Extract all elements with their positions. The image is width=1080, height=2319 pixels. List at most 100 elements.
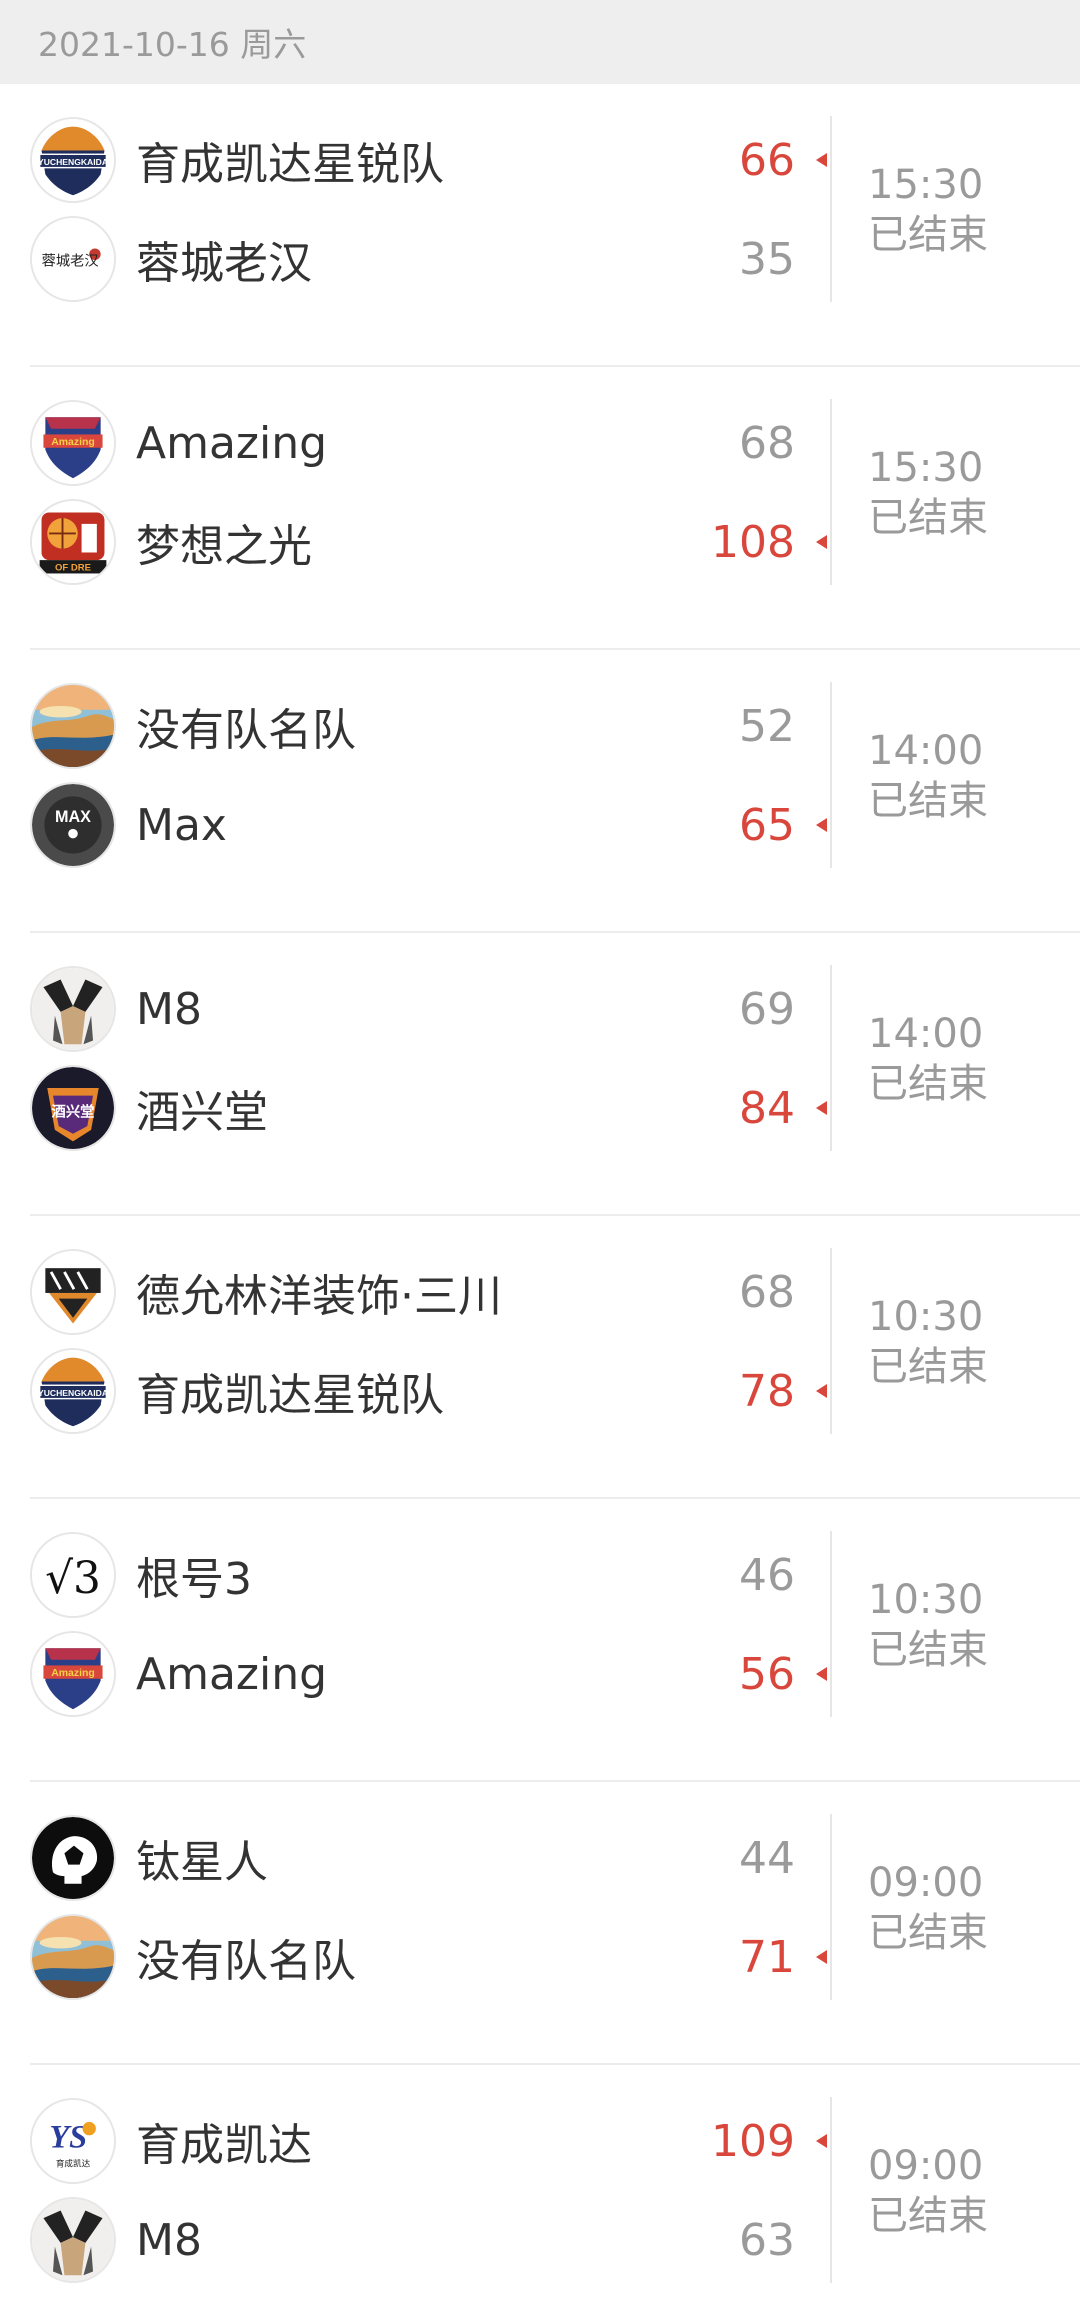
yuchengkaida-shield-logo-icon: YUCHENGKAIDA	[32, 1350, 114, 1432]
svg-text:YS: YS	[49, 2120, 87, 2156]
divider	[830, 399, 832, 585]
home-team-name: 钛星人	[136, 1837, 268, 1888]
svg-text:√3: √3	[45, 1553, 101, 1604]
match-status: 已结束	[868, 495, 988, 541]
match-card[interactable]: M8 69 酒兴堂 酒兴堂 84 14:00 已结束	[30, 933, 1080, 1216]
svg-text:育成凯达: 育成凯达	[56, 2158, 91, 2170]
match-time: 15:30	[868, 162, 984, 208]
m8-logo-icon	[32, 2199, 114, 2281]
team-logo	[30, 1815, 116, 1901]
svg-text:OF DRE: OF DRE	[55, 563, 91, 574]
away-score: 108	[711, 516, 795, 568]
yuchengkaida-shield-logo-icon: YUCHENGKAIDA	[32, 119, 114, 201]
winner-indicator-icon	[816, 1667, 827, 1681]
dream-light-basketball-logo-icon: OF DRE	[32, 501, 114, 583]
svg-text:Amazing: Amazing	[51, 1668, 95, 1679]
yuchengkaida-ys-logo-icon: YS 育成凯达	[32, 2100, 114, 2182]
home-score: 69	[739, 983, 795, 1035]
taixingren-logo-icon	[32, 1817, 114, 1899]
match-time: 14:00	[868, 1011, 984, 1057]
divider	[830, 116, 832, 302]
match-status: 已结束	[868, 778, 988, 824]
match-status-block: 10:30 已结束	[868, 1292, 988, 1392]
match-status: 已结束	[868, 1627, 988, 1673]
amazing-shield-logo-icon: Amazing	[32, 402, 114, 484]
match-card[interactable]: 钛星人 44 没有队名队 71 09:00 已结束	[30, 1782, 1080, 2065]
home-score: 44	[739, 1832, 795, 1884]
landscape-logo-icon	[32, 685, 114, 767]
away-team-name: 酒兴堂	[136, 1087, 268, 1138]
home-score: 68	[739, 417, 795, 469]
away-team-name: 蓉城老汉	[136, 238, 312, 289]
winner-indicator-icon	[816, 1950, 827, 1964]
match-status: 已结束	[868, 1061, 988, 1107]
match-status: 已结束	[868, 2193, 988, 2239]
match-status: 已结束	[868, 212, 988, 258]
home-score: 52	[739, 700, 795, 752]
match-status: 已结束	[868, 1910, 988, 1956]
date-header: 2021-10-16 周六	[0, 0, 1080, 84]
winner-indicator-icon	[816, 1101, 827, 1115]
match-card[interactable]: YS 育成凯达 育成凯达 109 M8 63 09:00 已结束	[30, 2065, 1080, 2319]
match-status-block: 14:00 已结束	[868, 726, 988, 826]
match-status: 已结束	[868, 1344, 988, 1390]
svg-text:MAX: MAX	[55, 808, 91, 826]
svg-text:YUCHENGKAIDA: YUCHENGKAIDA	[38, 157, 108, 167]
team-logo	[30, 683, 116, 769]
landscape-logo-icon	[32, 1916, 114, 1998]
home-score: 68	[739, 1266, 795, 1318]
winner-indicator-icon	[816, 818, 827, 832]
svg-text:Amazing: Amazing	[51, 437, 95, 448]
team-logo: 蓉城老汉	[30, 216, 116, 302]
team-logo: Amazing	[30, 400, 116, 486]
home-team-name: 育成凯达星锐队	[136, 139, 444, 190]
away-team-name: Amazing	[136, 1648, 328, 1700]
date-header-label: 2021-10-16 周六	[38, 25, 307, 64]
home-score: 46	[739, 1549, 795, 1601]
match-card[interactable]: Amazing Amazing 68 OF DRE 梦想之光 108 15:30 已结束	[30, 367, 1080, 650]
home-team-name: 没有队名队	[136, 705, 356, 756]
amazing-shield-logo-icon: Amazing	[32, 1633, 114, 1715]
home-score: 66	[739, 134, 795, 186]
team-logo	[30, 966, 116, 1052]
away-score: 63	[739, 2214, 795, 2266]
match-status-block: 09:00 已结束	[868, 1858, 988, 1958]
away-score: 35	[739, 233, 795, 285]
match-status-block: 14:00 已结束	[868, 1009, 988, 1109]
match-status-block: 10:30 已结束	[868, 1575, 988, 1675]
away-score: 84	[739, 1082, 795, 1134]
match-status-block: 15:30 已结束	[868, 443, 988, 543]
winner-indicator-icon	[816, 535, 827, 549]
away-team-name: 梦想之光	[136, 521, 312, 572]
match-card[interactable]: √3 根号3 46 Amazing Amazing 56 10:30 已结束	[30, 1499, 1080, 1782]
divider	[830, 1814, 832, 2000]
svg-text:蓉城老汉: 蓉城老汉	[42, 253, 99, 270]
sanchuan-logo-icon	[32, 1251, 114, 1333]
match-time: 14:00	[868, 728, 984, 774]
match-card[interactable]: YUCHENGKAIDA 育成凯达星锐队 66 蓉城老汉 蓉城老汉 35 15:30 已…	[30, 84, 1080, 367]
match-time: 09:00	[868, 1860, 984, 1906]
team-logo	[30, 1249, 116, 1335]
svg-text:YUCHENGKAIDA: YUCHENGKAIDA	[38, 1388, 108, 1398]
divider	[830, 1248, 832, 1434]
away-score: 78	[739, 1365, 795, 1417]
match-time: 10:30	[868, 1577, 984, 1623]
match-card[interactable]: 没有队名队 52 MAX Max 65 14:00 已结束	[30, 650, 1080, 933]
home-score: 109	[711, 2115, 795, 2167]
divider	[830, 682, 832, 868]
match-status-block: 15:30 已结束	[868, 160, 988, 260]
team-logo	[30, 2197, 116, 2283]
away-score: 71	[739, 1931, 795, 1983]
team-logo: √3	[30, 1532, 116, 1618]
rongcheng-laohan-logo-icon: 蓉城老汉	[32, 218, 114, 300]
max-dark-logo-icon: MAX	[32, 784, 114, 866]
home-team-name: 育成凯达	[136, 2120, 312, 2171]
divider	[830, 1531, 832, 1717]
away-team-name: Max	[136, 799, 227, 851]
divider	[830, 2097, 832, 2283]
svg-text:酒兴堂: 酒兴堂	[52, 1103, 95, 1121]
match-card[interactable]: 德允林洋装饰·三川 68 YUCHENGKAIDA 育成凯达星锐队 78 10:30 已…	[30, 1216, 1080, 1499]
divider	[830, 965, 832, 1151]
away-team-name: 没有队名队	[136, 1936, 356, 1987]
match-time: 09:00	[868, 2143, 984, 2189]
